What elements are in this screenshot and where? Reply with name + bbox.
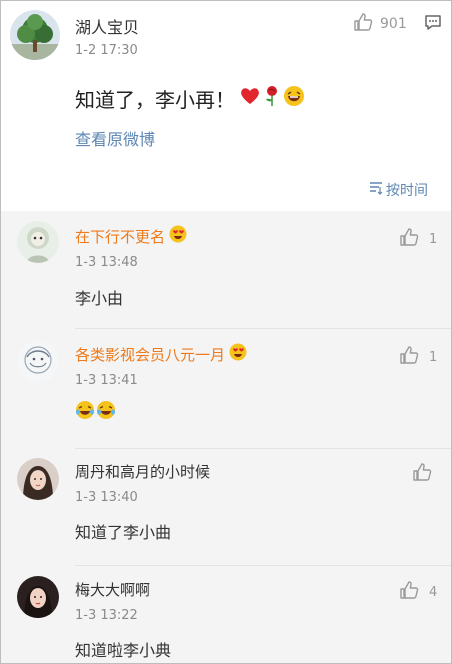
reply-text: 知道啦李小典 <box>75 641 172 660</box>
laughing-tears-emoji-icon <box>75 400 95 424</box>
thumbs-up-icon <box>353 12 373 36</box>
list-item: 梅大大啊啊 4 1-3 13:22 知道啦李小典 <box>1 565 451 663</box>
reply-author-name[interactable]: 梅大大啊啊 <box>75 579 150 600</box>
reply-text: 知道了李小曲 <box>75 523 172 542</box>
comment-text-content: 知道了，李小再！ <box>75 88 235 112</box>
comment-text: 知道了，李小再！ <box>75 84 305 113</box>
thumbs-up-icon <box>412 462 432 486</box>
reply-author-name: 各类影视会员八元一月 <box>75 345 226 364</box>
thumbs-up-icon <box>399 580 419 604</box>
reply-author-vip[interactable]: 在下行不更名 <box>75 225 187 247</box>
avatar[interactable] <box>17 458 59 500</box>
avatar[interactable] <box>17 221 59 263</box>
rose-emoji-icon <box>263 85 281 112</box>
avatar[interactable] <box>17 341 59 383</box>
reply-time: 1-3 13:40 <box>75 490 138 505</box>
author-name[interactable]: 湖人宝贝 <box>75 14 139 38</box>
reply-author-name[interactable]: 周丹和高月的小时候 <box>75 461 210 482</box>
reply-author-name: 在下行不更名 <box>75 227 166 246</box>
avatar[interactable] <box>17 576 59 618</box>
reply-author-vip[interactable]: 各类影视会员八元一月 <box>75 343 247 365</box>
heart-emoji-icon <box>239 86 261 111</box>
reply-text: 李小由 <box>75 289 124 308</box>
sort-icon <box>369 181 383 199</box>
thumbs-up-icon <box>399 227 419 251</box>
heart-eyes-emoji-icon <box>169 225 187 247</box>
reply-list: 在下行不更名 1 1-3 13:48 李小由 各类影视会员八元一月 1 1-3 … <box>1 211 451 663</box>
view-original-link[interactable]: 查看原微博 <box>75 126 155 150</box>
sort-label: 按时间 <box>386 183 428 199</box>
sort-by-time-button[interactable]: 按时间 <box>369 180 428 200</box>
reply-text <box>75 400 116 424</box>
avatar[interactable] <box>10 10 60 60</box>
reply-like-count: 1 <box>429 231 438 247</box>
emoji-group <box>239 85 305 112</box>
reply-time: 1-3 13:48 <box>75 255 138 270</box>
heart-eyes-emoji-icon <box>229 343 247 365</box>
list-item: 周丹和高月的小时候 1-3 13:40 知道了李小曲 <box>1 449 451 567</box>
like-count: 901 <box>380 16 407 32</box>
laughing-emoji-icon <box>283 85 305 112</box>
list-item: 各类影视会员八元一月 1 1-3 13:41 <box>1 329 451 449</box>
post-time: 1-2 17:30 <box>75 43 138 58</box>
thumbs-up-icon <box>399 345 419 369</box>
reply-time: 1-3 13:41 <box>75 373 138 388</box>
reply-like-count: 4 <box>429 584 438 600</box>
reply-like-button[interactable]: 1 <box>399 227 437 251</box>
reply-like-count: 1 <box>429 349 438 365</box>
reply-icon[interactable] <box>424 14 442 36</box>
reply-like-button[interactable] <box>412 462 442 486</box>
reply-time: 1-3 13:22 <box>75 608 138 623</box>
laughing-tears-emoji-icon <box>96 400 116 424</box>
list-item: 在下行不更名 1 1-3 13:48 李小由 <box>1 211 451 333</box>
like-button[interactable]: 901 <box>353 12 407 36</box>
comment-detail-screen: 湖人宝贝 1-2 17:30 901 知道了，李小再！ 查看原微博 按时间 在下… <box>0 0 452 664</box>
reply-like-button[interactable]: 4 <box>399 580 437 604</box>
reply-like-button[interactable]: 1 <box>399 345 437 369</box>
main-comment: 湖人宝贝 1-2 17:30 901 知道了，李小再！ 查看原微博 按时间 <box>1 1 451 211</box>
